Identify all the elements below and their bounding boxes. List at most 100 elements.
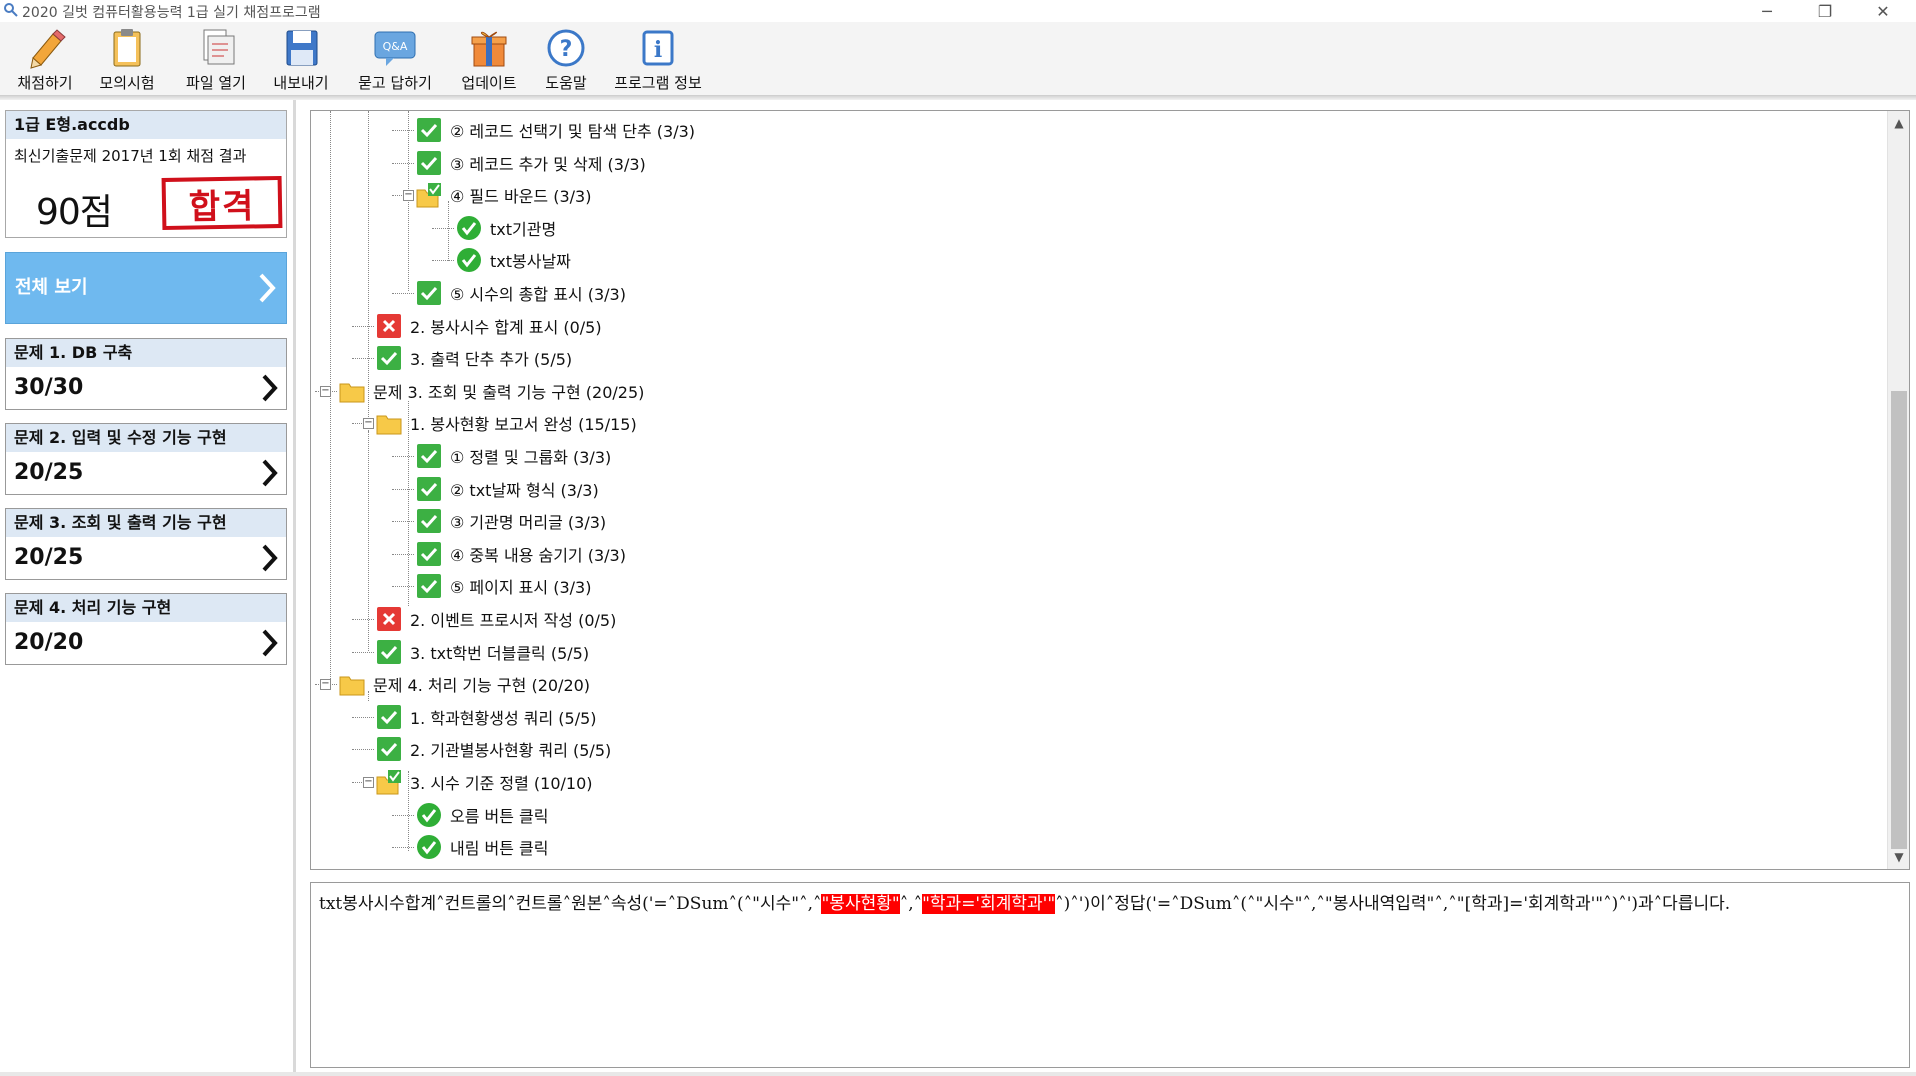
- tree-item[interactable]: ② txt날짜 형식 (3/3): [416, 475, 599, 503]
- tree-connector: [352, 716, 374, 718]
- problem-title: 문제 2. 입력 및 수정 기능 구현: [6, 424, 286, 452]
- export-button[interactable]: 내보내기: [266, 26, 336, 92]
- tree-item[interactable]: ③ 기관명 머리글 (3/3): [416, 507, 606, 535]
- tree-item-label: ④ 중복 내용 숨기기 (3/3): [450, 545, 626, 565]
- tree-item[interactable]: 오름 버튼 클릭: [416, 801, 549, 829]
- message-text: ˄)˄')이˄정답('=˄DSum˄(˄"시수"˄,˄"봉사내역입력"˄,˄"[…: [1055, 894, 1731, 914]
- total-score: 90점: [36, 192, 113, 233]
- toolbar: 채점하기 모의시험 파일 열기 내보내기 Q&A 묻고 답하기 업데이트 ? 도…: [0, 22, 1916, 96]
- program-info-button-label: 프로그램 정보: [614, 74, 702, 92]
- check-icon: [377, 639, 401, 664]
- tree-item-label: ③ 레코드 추가 및 삭제 (3/3): [450, 154, 646, 174]
- app-icon: [4, 3, 18, 17]
- vertical-scrollbar[interactable]: ▲ ▼: [1887, 111, 1909, 869]
- tree-item-label: 3. 시수 기준 정렬 (10/10): [410, 774, 593, 793]
- tree-item[interactable]: ④ 중복 내용 숨기기 (3/3): [416, 540, 626, 568]
- tree-item[interactable]: ⑤ 페이지 표시 (3/3): [416, 572, 591, 600]
- tree-connector: [392, 521, 414, 523]
- tree-item[interactable]: 3. 시수 기준 정렬 (10/10): [376, 768, 593, 796]
- folder-icon: [339, 383, 365, 403]
- check-icon: [417, 509, 441, 534]
- checked-folder-icon: [376, 770, 401, 795]
- collapse-toggle-icon[interactable]: −: [320, 679, 331, 691]
- tree-item[interactable]: 3. 출력 단추 추가 (5/5): [376, 344, 572, 372]
- tree-item-label: 문제 3. 조회 및 출력 기능 구현 (20/25): [373, 382, 645, 402]
- check-circle-icon: [417, 802, 441, 827]
- folder-icon: [376, 415, 402, 435]
- clipboard-icon: [104, 26, 150, 70]
- check-icon: [377, 737, 401, 762]
- collapse-toggle-icon[interactable]: −: [320, 385, 331, 397]
- tree-item-label: ② 레코드 선택기 및 탐색 단추 (3/3): [450, 122, 696, 141]
- title-bar: 2020 길벗 컴퓨터활용능력 1급 실기 채점프로그램 ─ ❐ ✕: [0, 0, 1916, 22]
- tree-item[interactable]: 문제 3. 조회 및 출력 기능 구현 (20/25): [339, 377, 644, 405]
- collapse-toggle-icon[interactable]: −: [363, 418, 374, 430]
- score-summary-card: 1급 E형.accdb 최신기출문제 2017년 1회 채점 결과 90점 합격: [5, 110, 287, 238]
- tree-connector: [352, 358, 374, 360]
- tree-item[interactable]: 내림 버튼 클릭: [416, 833, 549, 861]
- problem-card-3[interactable]: 문제 3. 조회 및 출력 기능 구현 20/25: [5, 508, 287, 580]
- tree-item[interactable]: 문제 4. 처리 기능 구현 (20/20): [339, 670, 590, 698]
- program-info-button[interactable]: i 프로그램 정보: [610, 26, 706, 92]
- problem-score: 20/20: [14, 630, 84, 655]
- check-icon: [417, 476, 441, 501]
- tree-item[interactable]: txt봉사날짜: [456, 246, 571, 274]
- tree-item[interactable]: 1. 학과현황생성 쿼리 (5/5): [376, 703, 597, 731]
- collapse-toggle-icon[interactable]: −: [403, 190, 414, 202]
- tree-item[interactable]: 2. 기관별봉사현황 쿼리 (5/5): [376, 735, 611, 763]
- check-icon: [377, 346, 401, 371]
- close-button[interactable]: ✕: [1854, 0, 1912, 22]
- scrollbar-thumb[interactable]: [1891, 391, 1907, 849]
- problem-card-1[interactable]: 문제 1. DB 구축 30/30: [5, 338, 287, 410]
- problem-title: 문제 3. 조회 및 출력 기능 구현: [6, 509, 286, 537]
- tree-connector: [392, 586, 414, 588]
- minimize-button[interactable]: ─: [1738, 0, 1796, 22]
- tree-item[interactable]: 3. txt학번 더블클릭 (5/5): [376, 638, 589, 666]
- mock-exam-button[interactable]: 모의시험: [94, 26, 160, 92]
- grade-button[interactable]: 채점하기: [12, 26, 78, 92]
- tree-item-label: txt봉사날짜: [490, 252, 571, 272]
- pass-stamp: 합격: [161, 175, 283, 231]
- tree-item-label: 2. 봉사시수 합계 표시 (0/5): [410, 317, 602, 337]
- tree-item[interactable]: 2. 봉사시수 합계 표시 (0/5): [376, 312, 602, 340]
- help-button[interactable]: ? 도움말: [536, 26, 596, 92]
- scroll-up-icon[interactable]: ▲: [1891, 115, 1907, 131]
- collapse-toggle-icon[interactable]: −: [363, 777, 374, 788]
- tree-item[interactable]: ① 정렬 및 그룹화 (3/3): [416, 442, 611, 470]
- info-icon: i: [635, 26, 681, 70]
- tree-item-label: 2. 기관별봉사현황 쿼리 (5/5): [410, 741, 612, 761]
- tree-item[interactable]: ④ 필드 바운드 (3/3): [416, 181, 591, 209]
- problem-card-4[interactable]: 문제 4. 처리 기능 구현 20/20: [5, 593, 287, 665]
- error-x-icon: [377, 607, 401, 631]
- scroll-down-icon[interactable]: ▼: [1891, 849, 1907, 865]
- tree-connector: [392, 814, 414, 816]
- chevron-right-icon: [262, 544, 278, 572]
- tree-item[interactable]: ③ 레코드 추가 및 삭제 (3/3): [416, 149, 646, 177]
- tree-connector: [392, 488, 414, 490]
- tree-item-label: ② txt날짜 형식 (3/3): [450, 480, 599, 500]
- tree-item[interactable]: txt기관명: [456, 214, 556, 242]
- info-glyph: i: [654, 37, 662, 63]
- tree-guide-line: [448, 201, 449, 261]
- open-file-button[interactable]: 파일 열기: [176, 26, 256, 92]
- check-icon: [417, 541, 441, 566]
- tree-item-label: 3. 출력 단추 추가 (5/5): [410, 350, 573, 370]
- restore-button[interactable]: ❐: [1796, 0, 1854, 22]
- tree-item[interactable]: 1. 봉사현황 보고서 완성 (15/15): [376, 409, 637, 437]
- tree-item-label: ④ 필드 바운드 (3/3): [450, 187, 592, 207]
- problem-card-2[interactable]: 문제 2. 입력 및 수정 기능 구현 20/25: [5, 423, 287, 495]
- tree-item[interactable]: ⑤ 시수의 총합 표시 (3/3): [416, 279, 626, 307]
- qa-button-label: 묻고 답하기: [358, 74, 432, 92]
- detail-message-box[interactable]: txt봉사시수합계˄컨트롤의˄컨트롤˄원본˄속성('=˄DSum˄(˄"시수"˄…: [310, 882, 1910, 1068]
- qa-button[interactable]: Q&A 묻고 답하기: [352, 26, 438, 92]
- tree-item-label: 1. 학과현황생성 쿼리 (5/5): [410, 708, 597, 728]
- tree-connector: [392, 847, 414, 849]
- tree-item[interactable]: 2. 이벤트 프로시저 작성 (0/5): [376, 605, 616, 633]
- update-button[interactable]: 업데이트: [456, 26, 522, 92]
- message-highlight: "학과='회계학과'": [922, 894, 1056, 914]
- save-disk-icon: [278, 26, 324, 70]
- tree-item[interactable]: ② 레코드 선택기 및 탐색 단추 (3/3): [416, 116, 695, 144]
- tree-item-label: ① 정렬 및 그룹화 (3/3): [450, 448, 612, 467]
- view-all-button[interactable]: 전체 보기: [5, 252, 287, 324]
- problem-score: 20/25: [14, 460, 84, 485]
